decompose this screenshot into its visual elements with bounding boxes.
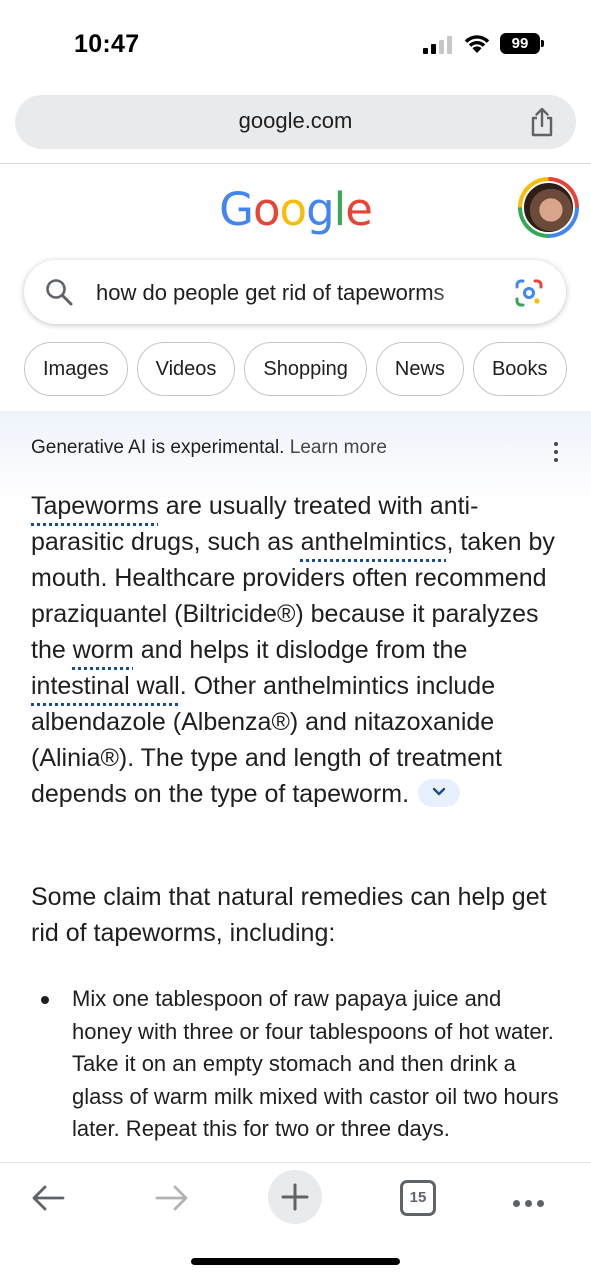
cellular-signal-icon	[423, 34, 455, 54]
search-filter-chips: Images Videos Shopping News Books	[24, 342, 591, 396]
ai-notice-text: Generative AI is experimental.	[31, 437, 285, 458]
google-logo[interactable]: Google	[0, 183, 591, 236]
wifi-icon	[464, 35, 490, 53]
ai-overview-paragraph-remedies: Some claim that natural remedies can hel…	[31, 883, 547, 947]
search-box[interactable]: how do people get rid of tapeworms	[24, 260, 566, 324]
chevron-down-icon	[432, 788, 446, 796]
account-avatar[interactable]	[518, 177, 579, 238]
address-bar[interactable]: google.com	[15, 95, 576, 149]
tab-switcher-button[interactable]: 15	[400, 1180, 436, 1216]
search-icon[interactable]	[44, 277, 74, 307]
chip-videos[interactable]: Videos	[136, 342, 236, 396]
term-link-worm[interactable]: worm	[73, 636, 134, 664]
term-link-intestinal-wall[interactable]: intestinal wall	[31, 672, 180, 700]
term-link-tapeworms[interactable]: Tapeworms	[31, 492, 159, 520]
search-input[interactable]: how do people get rid of tapeworms	[96, 280, 488, 306]
more-menu-icon[interactable]	[513, 1194, 549, 1207]
ai-experimental-notice: Generative AI is experimental. Learn mor…	[31, 437, 387, 459]
status-time: 10:47	[74, 30, 140, 58]
status-bar: 10:47 99	[0, 0, 591, 90]
more-options-icon[interactable]	[552, 442, 560, 464]
expand-sources-button[interactable]	[417, 779, 460, 808]
remedies-list: Mix one tablespoon of raw papaya juice a…	[31, 983, 561, 1163]
header-divider	[0, 163, 591, 164]
avatar-photo	[522, 181, 575, 234]
google-lens-icon[interactable]	[514, 278, 544, 308]
ai-overview-paragraph: Tapeworms are usually treated with anti-…	[31, 492, 555, 808]
home-indicator[interactable]	[191, 1258, 400, 1265]
chip-books[interactable]: Books	[472, 342, 567, 396]
chip-images[interactable]: Images	[24, 342, 128, 396]
share-icon[interactable]	[528, 107, 556, 137]
chip-news[interactable]: News	[375, 342, 464, 396]
battery-indicator: 99	[500, 33, 544, 54]
list-bullet	[41, 996, 49, 1004]
forward-arrow-icon[interactable]	[154, 1183, 190, 1213]
new-tab-button[interactable]	[268, 1170, 322, 1224]
back-arrow-icon[interactable]	[30, 1183, 66, 1213]
url-text[interactable]: google.com	[15, 108, 576, 134]
plus-icon	[281, 1183, 309, 1211]
learn-more-link[interactable]: Learn more	[290, 437, 387, 458]
chip-shopping[interactable]: Shopping	[244, 342, 367, 396]
term-link-anthelmintics[interactable]: anthelmintics	[301, 528, 447, 556]
list-item: Mix one tablespoon of raw papaya juice a…	[72, 986, 559, 1141]
